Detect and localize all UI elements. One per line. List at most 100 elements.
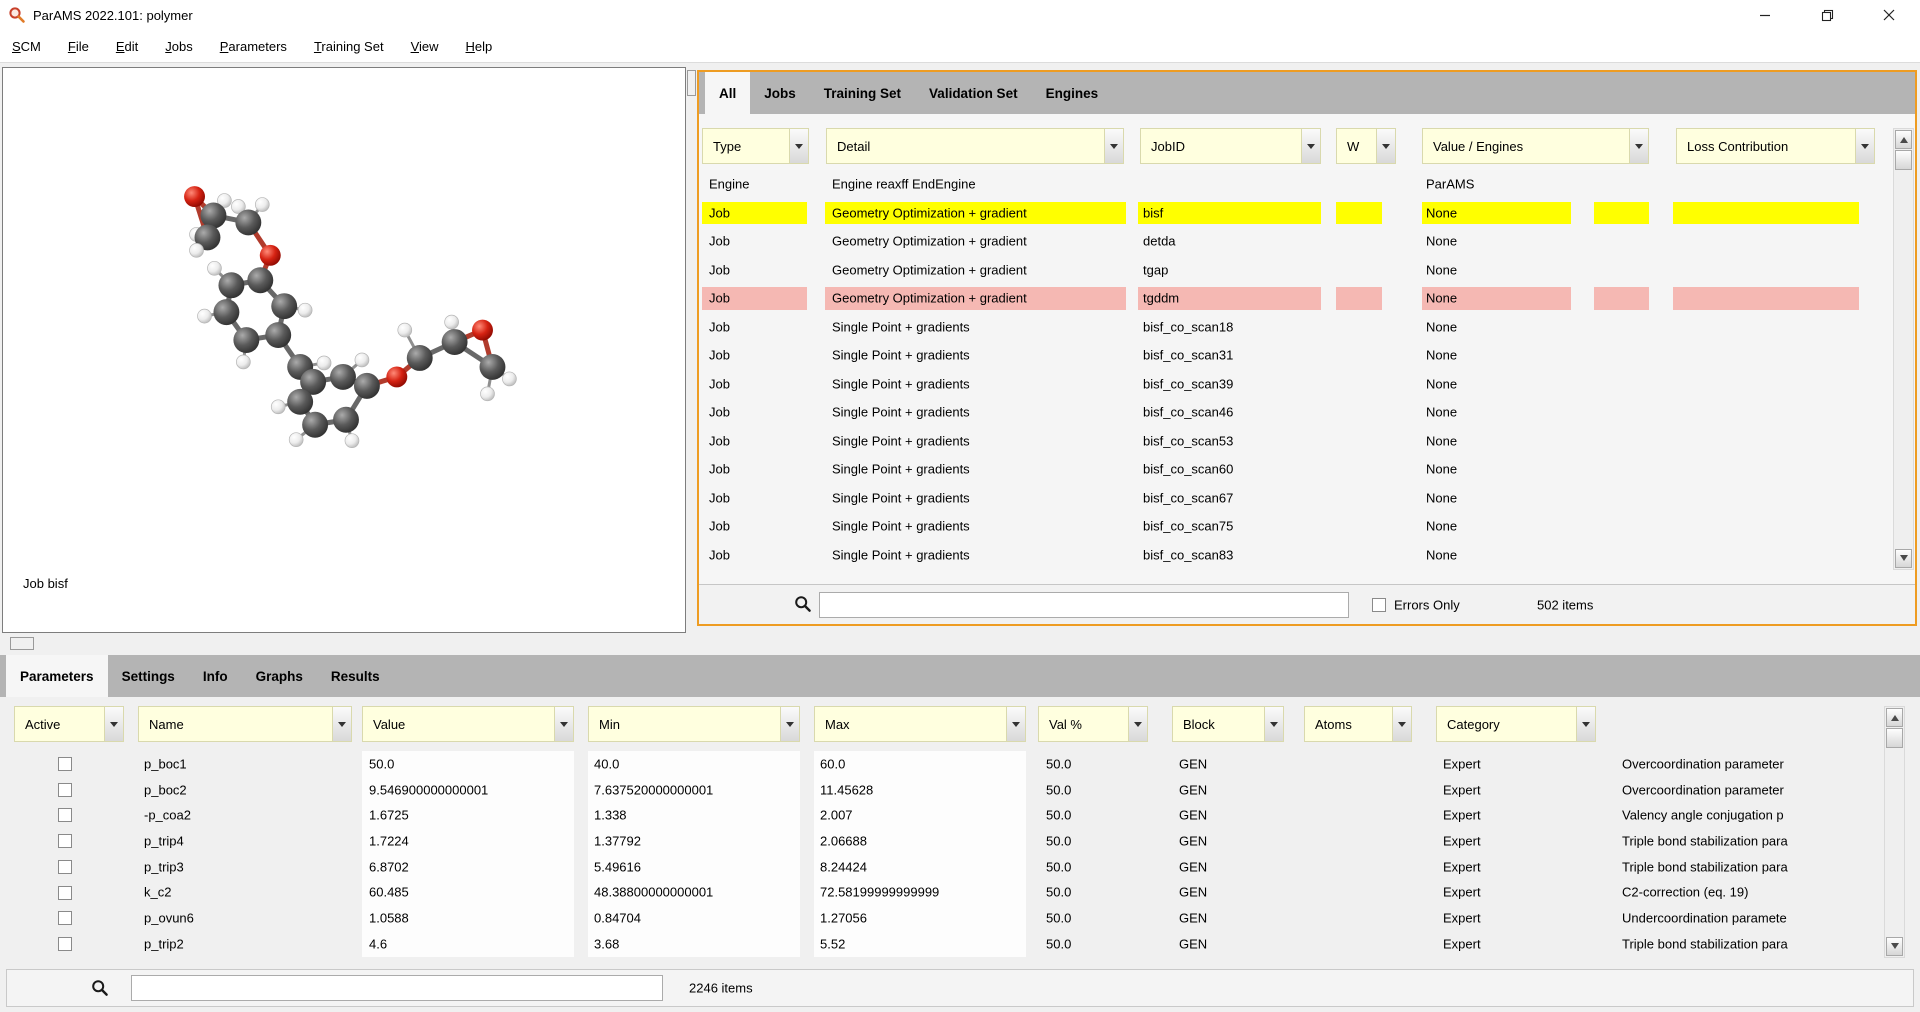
column-header-jobid[interactable]: JobID: [1140, 128, 1321, 164]
parameter-row-p-ovun6[interactable]: p_ovun61.05880.847041.2705650.0GENExpert…: [0, 905, 1878, 931]
column-filter-dropdown-icon[interactable]: [789, 129, 808, 163]
horizontal-splitter-handle[interactable]: [10, 637, 34, 650]
errors-only-checkbox[interactable]: [1372, 598, 1386, 612]
jobs-tab-all[interactable]: All: [705, 72, 750, 114]
column-filter-dropdown-icon[interactable]: [1104, 129, 1123, 163]
column-header-max[interactable]: Max: [814, 706, 1026, 742]
jobs-search-input[interactable]: [819, 592, 1349, 618]
menu-item-training-set[interactable]: Training Set: [314, 39, 384, 54]
params-tab-parameters[interactable]: Parameters: [6, 655, 108, 697]
menu-item-scm[interactable]: SCM: [12, 39, 41, 54]
molecule-3d-view[interactable]: [3, 68, 685, 632]
job-row-detda[interactable]: JobGeometry Optimization + gradientdetda…: [699, 227, 1891, 256]
column-header-block[interactable]: Block: [1172, 706, 1284, 742]
jobs-tab-engines[interactable]: Engines: [1032, 72, 1113, 114]
parameter-row-p-boc2[interactable]: p_boc29.5469000000000017.637520000000001…: [0, 777, 1878, 803]
active-checkbox[interactable]: [58, 937, 72, 951]
job-value-cell: None: [1426, 262, 1457, 277]
column-header-loss-contribution[interactable]: Loss Contribution: [1676, 128, 1875, 164]
parameter-row-p-coa2[interactable]: -p_coa21.67251.3382.00750.0GENExpertVale…: [0, 802, 1878, 828]
close-button[interactable]: [1858, 0, 1920, 30]
column-header-name[interactable]: Name: [138, 706, 352, 742]
column-header-detail[interactable]: Detail: [826, 128, 1124, 164]
job-row-bisf-co-scan83[interactable]: JobSingle Point + gradientsbisf_co_scan8…: [699, 541, 1891, 570]
parameters-search-input[interactable]: [131, 975, 663, 1001]
column-header-min[interactable]: Min: [588, 706, 800, 742]
parameter-row-p-trip2[interactable]: p_trip24.63.685.5250.0GENExpertTriple bo…: [0, 931, 1878, 957]
menu-item-file[interactable]: File: [68, 39, 89, 54]
column-header-w[interactable]: W: [1336, 128, 1396, 164]
jobs-tab-validation-set[interactable]: Validation Set: [915, 72, 1032, 114]
column-filter-dropdown-icon[interactable]: [1376, 129, 1395, 163]
active-checkbox[interactable]: [58, 860, 72, 874]
param-value-cell: 1.0588: [369, 911, 409, 926]
params-tab-info[interactable]: Info: [189, 655, 242, 697]
jobs-scrollbar[interactable]: [1893, 128, 1914, 570]
column-filter-dropdown-icon[interactable]: [332, 707, 351, 741]
active-checkbox[interactable]: [58, 808, 72, 822]
column-header-value[interactable]: Value: [362, 706, 574, 742]
job-row-bisf-co-scan60[interactable]: JobSingle Point + gradientsbisf_co_scan6…: [699, 455, 1891, 484]
job-row-bisf-co-scan31[interactable]: JobSingle Point + gradientsbisf_co_scan3…: [699, 341, 1891, 370]
job-row-bisf-co-scan18[interactable]: JobSingle Point + gradientsbisf_co_scan1…: [699, 313, 1891, 342]
column-filter-dropdown-icon[interactable]: [1576, 707, 1595, 741]
column-filter-dropdown-icon[interactable]: [1629, 129, 1648, 163]
job-row-bisf-co-scan67[interactable]: JobSingle Point + gradientsbisf_co_scan6…: [699, 484, 1891, 513]
column-header-category[interactable]: Category: [1436, 706, 1596, 742]
scroll-up-button[interactable]: [1895, 130, 1912, 149]
column-filter-dropdown-icon[interactable]: [1392, 707, 1411, 741]
molecule-viewer-panel[interactable]: Job bisf: [2, 67, 686, 633]
job-value-cell: None: [1426, 348, 1457, 363]
column-header-value-engines[interactable]: Value / Engines: [1422, 128, 1649, 164]
column-filter-dropdown-icon[interactable]: [1128, 707, 1147, 741]
column-filter-dropdown-icon[interactable]: [1301, 129, 1320, 163]
job-row-tgddm[interactable]: JobGeometry Optimization + gradienttgddm…: [699, 284, 1891, 313]
parameter-row-p-trip3[interactable]: p_trip36.87025.496168.2442450.0GENExpert…: [0, 854, 1878, 880]
scroll-up-button[interactable]: [1886, 708, 1903, 727]
column-filter-dropdown-icon[interactable]: [1855, 129, 1874, 163]
parameter-row-p-trip4[interactable]: p_trip41.72241.377922.0668850.0GENExpert…: [0, 828, 1878, 854]
job-row-bisf-co-scan75[interactable]: JobSingle Point + gradientsbisf_co_scan7…: [699, 512, 1891, 541]
job-row-tgap[interactable]: JobGeometry Optimization + gradienttgapN…: [699, 256, 1891, 285]
jobs-tab-jobs[interactable]: Jobs: [750, 72, 810, 114]
menu-item-parameters[interactable]: Parameters: [220, 39, 287, 54]
column-header-active[interactable]: Active: [14, 706, 124, 742]
params-tab-results[interactable]: Results: [317, 655, 394, 697]
vertical-splitter-handle[interactable]: [687, 70, 696, 96]
active-checkbox[interactable]: [58, 757, 72, 771]
parameters-scrollbar[interactable]: [1884, 706, 1905, 958]
job-row-bisf-co-scan39[interactable]: JobSingle Point + gradientsbisf_co_scan3…: [699, 370, 1891, 399]
job-row-engine[interactable]: EngineEngine reaxff EndEngineParAMS: [699, 170, 1891, 199]
column-filter-dropdown-icon[interactable]: [1264, 707, 1283, 741]
job-row-bisf-co-scan46[interactable]: JobSingle Point + gradientsbisf_co_scan4…: [699, 398, 1891, 427]
parameter-row-p-boc1[interactable]: p_boc150.040.060.050.0GENExpertOvercoord…: [0, 751, 1878, 777]
minimize-button[interactable]: [1734, 0, 1796, 30]
menu-item-edit[interactable]: Edit: [116, 39, 138, 54]
scroll-down-button[interactable]: [1895, 549, 1912, 568]
active-checkbox[interactable]: [58, 834, 72, 848]
parameter-row-k-c2[interactable]: k_c260.48548.3880000000000172.5819999999…: [0, 880, 1878, 906]
scroll-down-button[interactable]: [1886, 937, 1903, 956]
column-header-type[interactable]: Type: [702, 128, 809, 164]
scroll-thumb[interactable]: [1895, 150, 1912, 170]
params-tab-settings[interactable]: Settings: [108, 655, 189, 697]
active-checkbox[interactable]: [58, 911, 72, 925]
menu-item-jobs[interactable]: Jobs: [165, 39, 192, 54]
column-filter-dropdown-icon[interactable]: [1006, 707, 1025, 741]
column-filter-dropdown-icon[interactable]: [104, 707, 123, 741]
maximize-restore-button[interactable]: [1796, 0, 1858, 30]
job-row-bisf-co-scan53[interactable]: JobSingle Point + gradientsbisf_co_scan5…: [699, 427, 1891, 456]
params-tab-graphs[interactable]: Graphs: [242, 655, 317, 697]
active-checkbox[interactable]: [58, 886, 72, 900]
menu-item-help[interactable]: Help: [466, 39, 493, 54]
column-header-val[interactable]: Val %: [1038, 706, 1148, 742]
scroll-thumb[interactable]: [1886, 728, 1903, 748]
param-name-cell: k_c2: [144, 885, 171, 900]
column-filter-dropdown-icon[interactable]: [780, 707, 799, 741]
menu-item-view[interactable]: View: [411, 39, 439, 54]
active-checkbox[interactable]: [58, 783, 72, 797]
column-header-atoms[interactable]: Atoms: [1304, 706, 1412, 742]
job-row-bisf[interactable]: JobGeometry Optimization + gradientbisfN…: [699, 199, 1891, 228]
column-filter-dropdown-icon[interactable]: [554, 707, 573, 741]
jobs-tab-training-set[interactable]: Training Set: [810, 72, 915, 114]
